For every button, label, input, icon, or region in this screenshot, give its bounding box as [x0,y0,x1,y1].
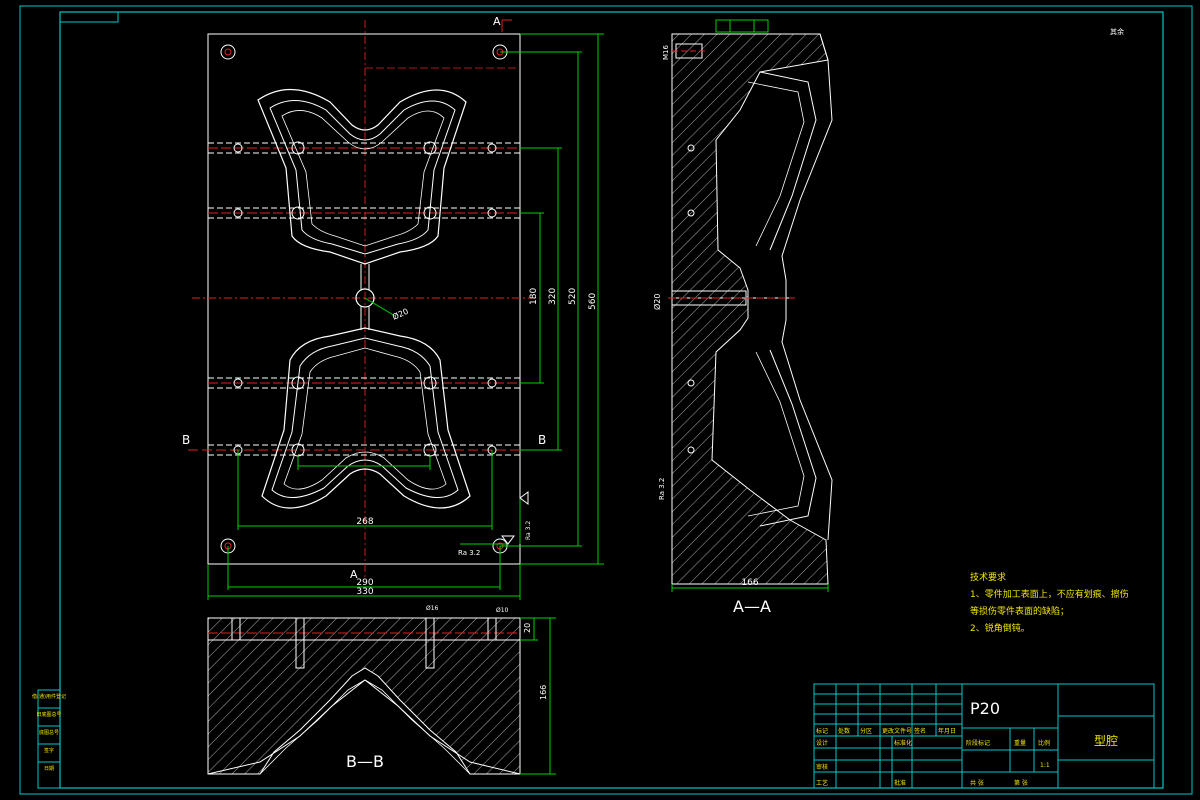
dim-phi16: Ø16 [426,605,439,612]
tb-label-1: 处数 [838,727,850,735]
roughness-corner: 其余 [1110,27,1124,36]
roughness-plan: Ra 3.2 [458,549,480,557]
upper-cavity [257,88,467,265]
strip-label-0: 借(通)用件登记 [32,693,66,700]
dim-330: 330 [356,587,373,597]
dim-180: 180 [529,288,539,305]
view-label-bb: B—B [346,752,384,771]
strip-label-2: 底图总号 [39,729,59,736]
tb-stage-mark: 阶段标记 [966,739,990,747]
tb-scale: 1:1 [1040,762,1050,769]
tb-label-5: 年月日 [938,727,956,735]
tb-label-2: 分区 [860,727,872,735]
tb-sheet-number: 第 张 [1014,779,1028,787]
section-bb-hatch [207,617,521,775]
cooling-channels [208,142,520,456]
technical-notes: 技术要求 1、零件加工表面上，不应有划痕、擦伤 等损伤零件表面的缺陷； 2、锐角… [970,571,1129,634]
outer-border [19,5,1193,795]
roughness-plan-side: Ra 3.2 [525,521,532,540]
cut-a-bottom: A [350,568,358,581]
tb-ratio: 比例 [1038,739,1050,747]
tb-weight: 重量 [1014,739,1026,747]
notes-line3: 2、锐角倒钝。 [970,622,1030,634]
cut-b-left: B [182,433,190,447]
title-block: 标记 处数 分区 更改文件号 签名 年月日 设计 标准化 审核 工艺 批准 阶段… [813,683,1155,789]
strip-label-3: 签字 [44,747,54,754]
tb-label-3: 更改文件号 [882,727,912,735]
tb-design: 设计 [816,739,828,747]
dim-520: 520 [568,288,578,305]
dim-phi20-aa: Ø20 [652,294,662,310]
plan-view: 180 320 520 560 268 290 330 Ø20 Ra 3.2 R… [182,15,604,600]
tb-material: P20 [970,699,1000,718]
dim-560: 560 [588,293,598,310]
plan-dimensions [207,33,604,600]
dim-268: 268 [356,517,373,527]
section-a-a: 166 Ø20 M16 Ra 3.2 A—A [652,19,833,616]
cut-b-right: B [538,433,546,447]
dim-phi20: Ø20 [391,306,410,322]
view-label-aa: A—A [733,597,771,616]
notes-line2: 等损伤零件表面的缺陷； [970,605,1069,617]
left-info-strip: 借(通)用件登记 旧底图总号 底图总号 签字 日期 [32,689,66,789]
dim-m16: M16 [662,45,670,60]
lower-cavity [261,327,471,509]
plate-outline [207,33,521,565]
tb-label-4: 签名 [914,727,926,735]
section-aa-hatch [671,33,829,585]
tb-label-0: 标记 [816,727,828,735]
tb-part-name: 型腔 [1094,733,1118,748]
notes-heading: 技术要求 [970,571,1006,583]
cad-drawing-canvas: 借(通)用件登记 旧底图总号 底图总号 签字 日期 180 320 520 56… [19,5,1193,795]
roughness-aa: Ra 3.2 [658,478,666,500]
section-b-b: 166 20 Ø16 Ø10 B—B [207,605,556,775]
drawing-number-box [59,11,119,23]
strip-label-1: 旧底图总号 [36,711,61,718]
dim-166-bb: 166 [539,685,548,700]
strip-label-4: 日期 [44,766,54,772]
dim-166-aa: 166 [741,578,758,588]
notes-line1: 1、零件加工表面上，不应有划痕、擦伤 [970,588,1129,600]
tb-standardize: 标准化 [894,739,912,747]
tb-review: 审核 [816,763,828,771]
cut-a-top: A [493,15,501,28]
tb-approve: 批准 [894,779,906,787]
tb-sheet-count: 共 张 [970,779,984,787]
tb-process: 工艺 [816,779,828,787]
dim-phi10: Ø10 [496,607,509,614]
dim-320: 320 [548,288,558,305]
dim-20-bb: 20 [523,623,532,633]
